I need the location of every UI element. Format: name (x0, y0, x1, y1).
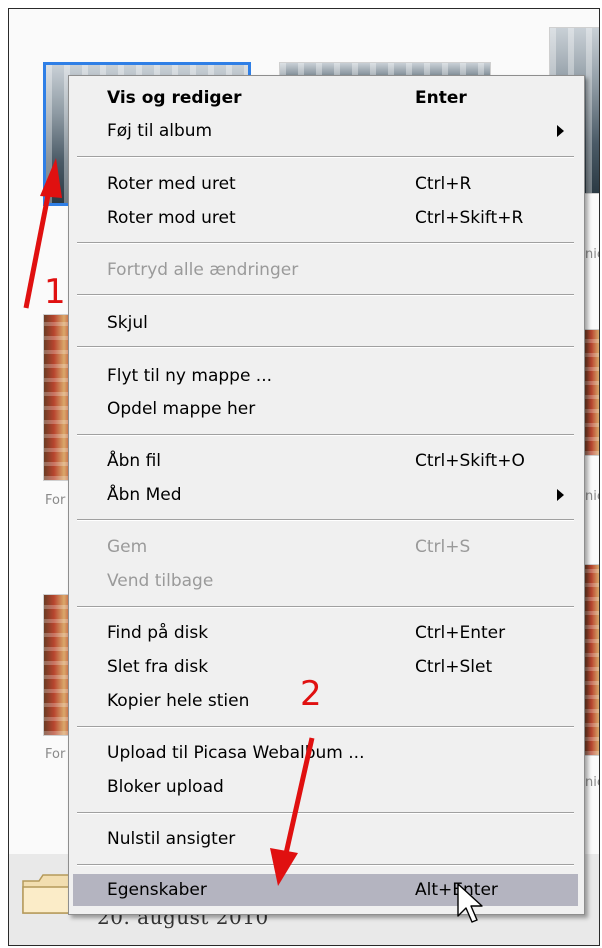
annotation-number-1: 1 (44, 272, 66, 312)
annotation-number-2: 2 (300, 674, 322, 714)
annotation-arrow-2 (270, 737, 315, 886)
mouse-cursor-icon (457, 883, 483, 923)
annotation-overlay (23, 158, 483, 923)
